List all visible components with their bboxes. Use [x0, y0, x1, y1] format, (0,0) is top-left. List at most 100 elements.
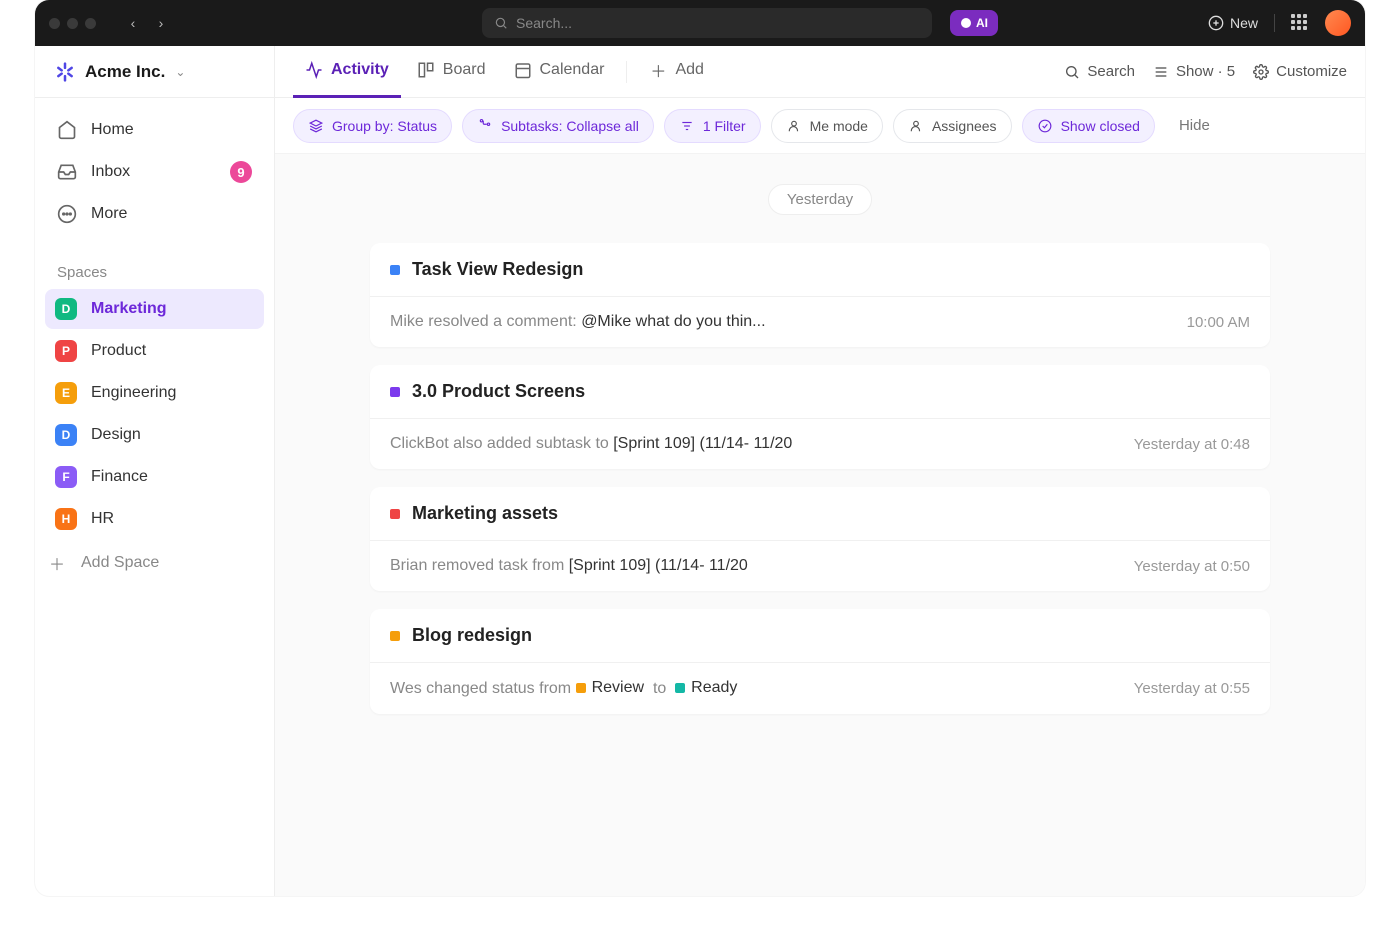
- global-search[interactable]: Search...: [482, 8, 932, 38]
- space-label: Marketing: [91, 300, 167, 318]
- space-item-product[interactable]: PProduct: [45, 331, 264, 371]
- view-tabs: Activity Board Calendar ＋ Add: [275, 46, 1365, 98]
- traffic-light-close[interactable]: [49, 18, 60, 29]
- filter-icon: [679, 118, 695, 134]
- title-bar: ‹ › Search... AI New: [35, 0, 1365, 46]
- activity-card[interactable]: 3.0 Product Screens ClickBot also added s…: [370, 365, 1270, 469]
- assignees-pill[interactable]: Assignees: [893, 109, 1012, 143]
- activity-card[interactable]: Blog redesign Wes changed status from Rev…: [370, 609, 1270, 714]
- calendar-icon: [514, 61, 532, 79]
- board-icon: [417, 61, 435, 79]
- space-item-design[interactable]: D Design: [45, 415, 264, 455]
- user-icon: [786, 118, 802, 134]
- traffic-light-maximize[interactable]: [85, 18, 96, 29]
- nav-home[interactable]: Home: [45, 110, 264, 150]
- filter-bar: Group by: Status Subtasks: Collapse all …: [275, 98, 1365, 154]
- day-separator: Yesterday: [768, 184, 872, 215]
- back-button[interactable]: ‹: [122, 12, 144, 34]
- tab-calendar[interactable]: Calendar: [502, 46, 617, 98]
- ai-button[interactable]: AI: [950, 10, 998, 36]
- activity-title: Marketing assets: [412, 503, 558, 524]
- inbox-badge: 9: [230, 161, 252, 183]
- spaces-header: Spaces: [35, 246, 274, 289]
- history-nav: ‹ ›: [122, 12, 172, 34]
- add-space-button[interactable]: ＋ Add Space: [35, 543, 274, 583]
- activity-title: Task View Redesign: [412, 259, 583, 280]
- traffic-light-minimize[interactable]: [67, 18, 78, 29]
- activity-card[interactable]: Marketing assets Brian removed task from …: [370, 487, 1270, 591]
- space-label: Product: [91, 342, 146, 360]
- group-pill[interactable]: Group by: Status: [293, 109, 452, 143]
- space-item-hr[interactable]: H HR: [45, 499, 264, 539]
- space-label: Design: [91, 426, 141, 444]
- filter-pill[interactable]: 1 Filter: [664, 109, 761, 143]
- forward-button[interactable]: ›: [150, 12, 172, 34]
- space-color-icon: D: [55, 298, 77, 320]
- activity-card-body: Wes changed status from Review to ReadyY…: [370, 662, 1270, 714]
- search-icon: [1064, 64, 1080, 80]
- ai-icon: [960, 17, 972, 29]
- more-icon: [57, 204, 77, 224]
- activity-description: Mike resolved a comment: @Mike what do y…: [390, 313, 766, 331]
- tab-board[interactable]: Board: [405, 46, 498, 98]
- new-button[interactable]: New: [1208, 15, 1258, 31]
- space-color-icon: H: [55, 508, 77, 530]
- search-button[interactable]: Search: [1064, 63, 1135, 80]
- activity-icon: [305, 61, 323, 79]
- task-color-icon: [390, 265, 400, 275]
- subtasks-pill[interactable]: Subtasks: Collapse all: [462, 109, 654, 143]
- me-mode-pill[interactable]: Me mode: [771, 109, 883, 143]
- nav-more[interactable]: More: [45, 194, 264, 234]
- hide-button[interactable]: Hide: [1179, 117, 1210, 134]
- activity-description: ClickBot also added subtask to [Sprint 1…: [390, 435, 792, 453]
- space-color-icon: F: [55, 466, 77, 488]
- separator: [1274, 14, 1275, 32]
- workspace-selector[interactable]: Acme Inc. ⌄: [35, 46, 274, 98]
- activity-description: Brian removed task from [Sprint 109] (11…: [390, 557, 748, 575]
- activity-title: Blog redesign: [412, 625, 532, 646]
- activity-card-header: 3.0 Product Screens: [370, 365, 1270, 418]
- home-icon: [57, 120, 77, 140]
- plus-circle-icon: [1208, 15, 1224, 31]
- tab-activity[interactable]: Activity: [293, 46, 401, 98]
- activity-card-header: Task View Redesign: [370, 243, 1270, 296]
- sliders-icon: [1153, 64, 1169, 80]
- activity-timestamp: Yesterday at 0:48: [1134, 436, 1250, 453]
- search-placeholder: Search...: [516, 15, 572, 31]
- window-controls: [49, 18, 96, 29]
- activity-title: 3.0 Product Screens: [412, 381, 585, 402]
- apps-grid-icon[interactable]: [1291, 14, 1309, 32]
- separator: [626, 61, 627, 83]
- activity-card-header: Marketing assets: [370, 487, 1270, 540]
- space-item-marketing[interactable]: D Marketing: [45, 289, 264, 329]
- plus-icon: ＋: [47, 553, 67, 573]
- user-avatar[interactable]: [1325, 10, 1351, 36]
- activity-timestamp: 10:00 AM: [1187, 314, 1250, 331]
- layers-icon: [308, 118, 324, 134]
- task-color-icon: [390, 387, 400, 397]
- activity-card[interactable]: Task View Redesign Mike resolved a commen…: [370, 243, 1270, 347]
- inbox-icon: [57, 162, 77, 182]
- activity-card-body: ClickBot also added subtask to [Sprint 1…: [370, 418, 1270, 469]
- plus-icon: ＋: [649, 61, 667, 79]
- check-circle-icon: [1037, 118, 1053, 134]
- space-color-icon: D: [55, 424, 77, 446]
- task-color-icon: [390, 631, 400, 641]
- sidebar: Acme Inc. ⌄ Home Inbox 9 More Spaces: [35, 46, 275, 896]
- tab-add[interactable]: ＋ Add: [637, 46, 715, 98]
- show-closed-pill[interactable]: Show closed: [1022, 109, 1155, 143]
- chevron-down-icon: ⌄: [175, 65, 185, 79]
- customize-button[interactable]: Customize: [1253, 63, 1347, 80]
- space-label: HR: [91, 510, 114, 528]
- space-color-icon: E: [55, 382, 77, 404]
- main-panel: Activity Board Calendar ＋ Add: [275, 46, 1365, 896]
- task-color-icon: [390, 509, 400, 519]
- space-item-finance[interactable]: FFinance: [45, 457, 264, 497]
- search-icon: [494, 16, 508, 30]
- activity-feed: Yesterday Task View Redesign Mike resolve…: [275, 154, 1365, 896]
- show-button[interactable]: Show · 5: [1153, 63, 1235, 80]
- space-item-engineering[interactable]: EEngineering: [45, 373, 264, 413]
- nav-inbox[interactable]: Inbox 9: [45, 152, 264, 192]
- workspace-logo-icon: [55, 62, 75, 82]
- workspace-name: Acme Inc.: [85, 62, 165, 82]
